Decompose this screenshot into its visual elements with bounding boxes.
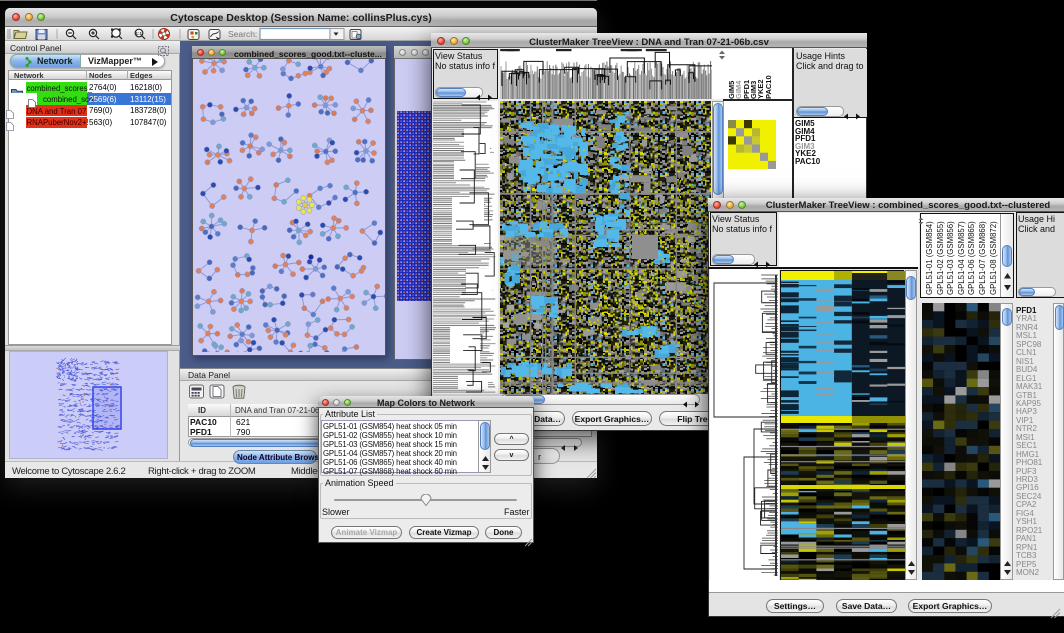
svg-text:Search:: Search: bbox=[228, 29, 257, 39]
svg-text:1:1: 1:1 bbox=[136, 31, 143, 36]
